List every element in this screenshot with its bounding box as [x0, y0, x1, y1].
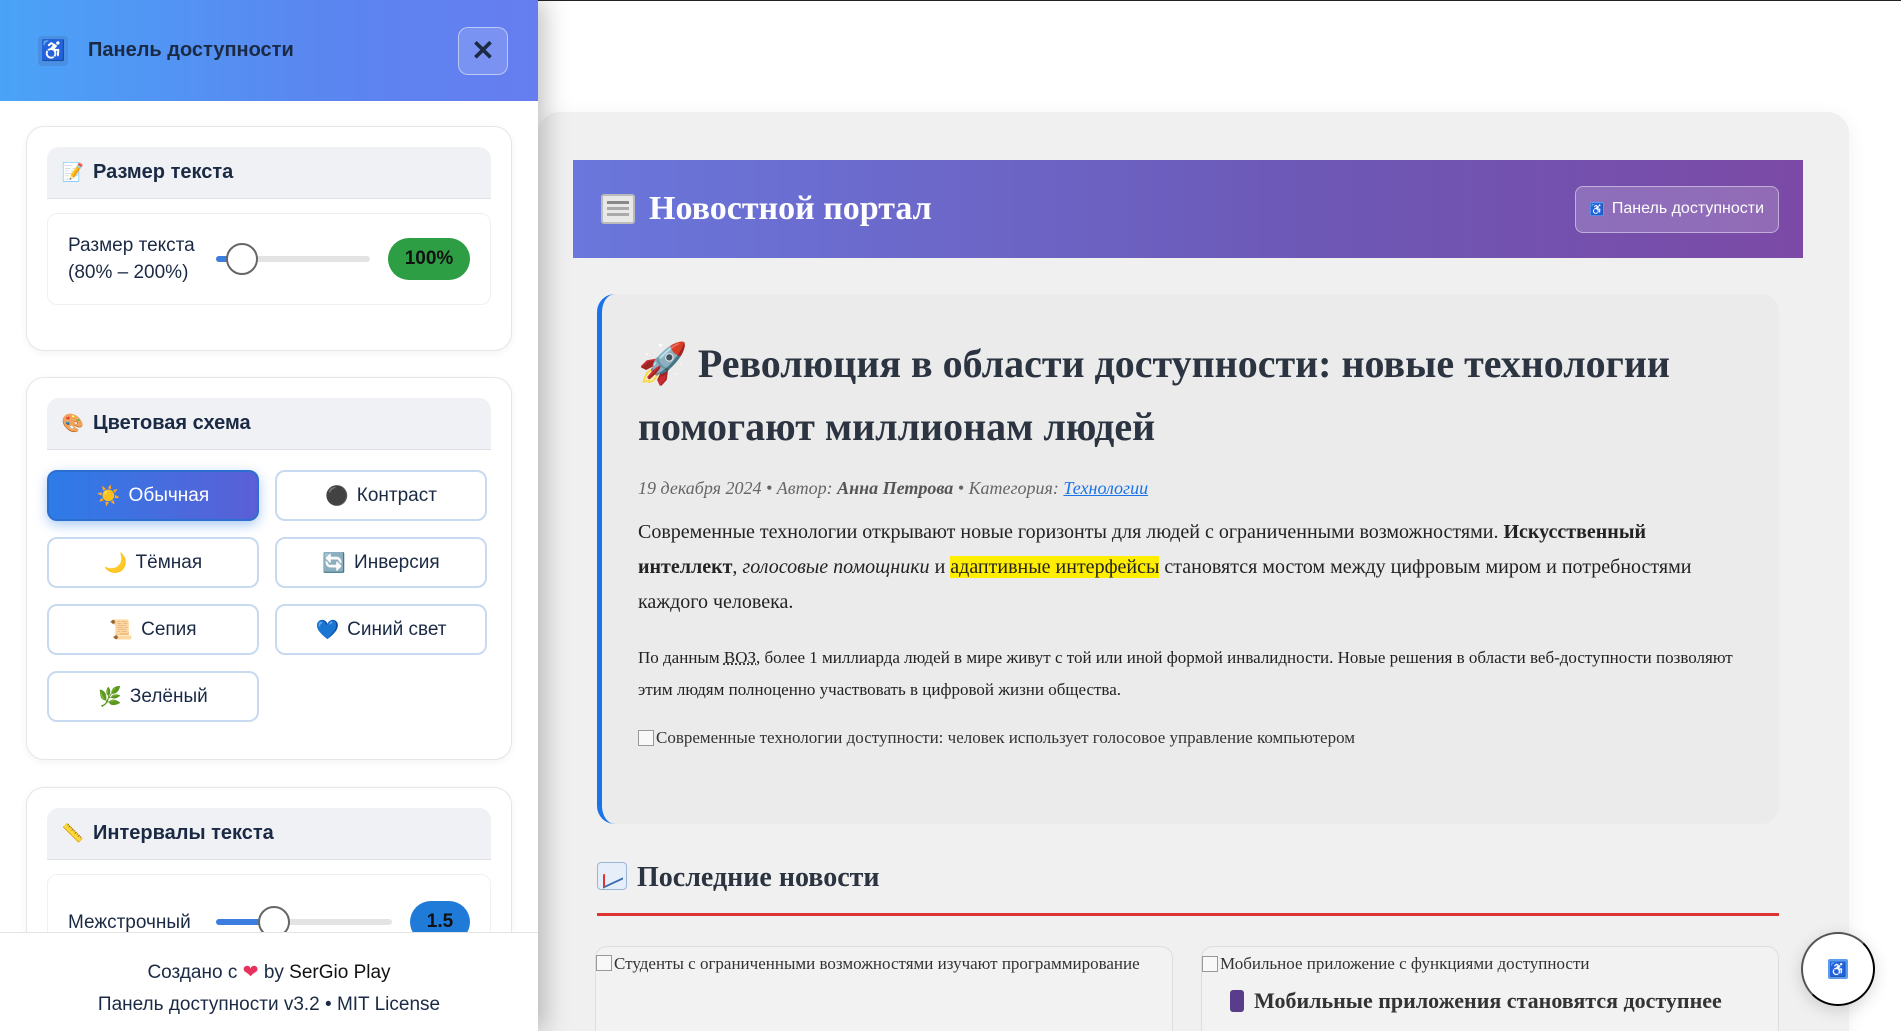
scheme-icon: ⚫ — [325, 485, 349, 507]
color-scheme-section: 🎨 Цветовая схема ☀️ Обычная ⚫ Контраст 🌙 Тёмн… — [26, 377, 512, 760]
text-size-section: 📝 Размер текста Размер текста (80% – 200… — [26, 126, 512, 351]
scheme-label: Тёмная — [135, 551, 203, 573]
text-size-value: 100% — [388, 238, 470, 280]
broken-image-icon — [596, 955, 612, 971]
scheme-icon: 📜 — [109, 619, 134, 641]
highlighted-text: адаптивные интерфейсы — [950, 556, 1160, 578]
article-body: По данным ВОЗ, более 1 миллиарда людей в… — [638, 648, 1733, 699]
text-size-slider[interactable] — [216, 243, 370, 275]
section-heading: 📏 Интервалы текста — [47, 808, 491, 860]
chart-up-icon — [597, 862, 627, 890]
palette-icon: 🎨 — [61, 413, 85, 433]
accessibility-icon: ♿ — [1828, 959, 1848, 979]
news-card-image: Студенты с ограниченными возможностями и… — [596, 949, 1172, 978]
close-icon: ✕ — [471, 35, 495, 66]
news-card-title[interactable]: Мобильные приложения становятся доступне… — [1202, 986, 1778, 1015]
article-author: Анна Петрова — [837, 478, 954, 498]
news-card[interactable]: Мобильное приложение с функциями доступн… — [1201, 946, 1779, 1031]
heart-icon: ❤ — [242, 962, 259, 983]
who-abbr: ВОЗ — [723, 648, 756, 667]
line-height-slider[interactable] — [216, 906, 392, 938]
broken-image-icon — [1202, 955, 1218, 972]
header-accessibility-label: Панель доступности — [1611, 200, 1764, 217]
latest-news-heading: Последние новости — [597, 862, 1779, 916]
article-meta: 19 декабря 2024 • Автор: Анна Петрова • … — [638, 478, 1149, 498]
close-panel-button[interactable]: ✕ — [458, 26, 508, 75]
broken-image-icon — [638, 730, 654, 746]
news-card[interactable]: Студенты с ограниченными возможностями и… — [595, 946, 1173, 1031]
site-title-text: Новостной портал — [649, 190, 932, 227]
scheme-label: Контраст — [356, 484, 437, 506]
scheme-icon: 💙 — [315, 619, 340, 641]
site-header: Новостной портал ♿ Панель доступности — [573, 160, 1803, 258]
news-card-image: Мобильное приложение с функциями доступн… — [1202, 949, 1778, 978]
author-name[interactable]: SerGio Play — [289, 962, 390, 983]
accessibility-icon: ♿ — [38, 35, 68, 66]
slider-label: Размер текста (80% – 200%) — [68, 235, 195, 283]
scheme-button[interactable]: 🔄 Инверсия — [275, 537, 487, 588]
scheme-label: Сепия — [141, 618, 197, 640]
scheme-label: Зелёный — [129, 685, 208, 707]
scheme-label: Синий свет — [347, 618, 447, 640]
article-lead: Современные технологии открывают новые г… — [638, 521, 1692, 613]
section-heading: 📝 Размер текста — [47, 147, 491, 199]
accessibility-icon: ♿ — [1589, 202, 1604, 216]
scheme-button[interactable]: ⚫ Контраст — [275, 470, 487, 521]
scheme-button[interactable]: 📜 Сепия — [47, 604, 259, 655]
floating-accessibility-button[interactable]: ♿ — [1801, 932, 1875, 1006]
article-title: 🚀 Революция в области доступности: новые… — [638, 341, 1670, 449]
rocket-icon: 🚀 — [638, 341, 688, 386]
version-line: Панель доступности v3.2 • MIT License — [97, 994, 441, 1015]
scheme-label: Обычная — [128, 484, 210, 506]
scheme-icon: 🔄 — [322, 552, 347, 574]
section-heading: 🎨 Цветовая схема — [47, 398, 491, 450]
scheme-icon: 🌙 — [103, 552, 128, 574]
panel-footer: Создано с ❤ by SerGio Play Панель доступ… — [0, 932, 538, 1031]
accessibility-panel: ♿ Панель доступности ✕ 📝 Размер текста Р… — [0, 0, 538, 1031]
scheme-button[interactable]: 🌿 Зелёный — [47, 671, 259, 722]
header-accessibility-button[interactable]: ♿ Панель доступности — [1574, 185, 1779, 233]
scheme-icon: ☀️ — [96, 485, 121, 507]
newspaper-icon — [601, 194, 635, 224]
article-image: Современные технологии доступности: чело… — [638, 728, 1739, 748]
scheme-button[interactable]: 🌙 Тёмная — [47, 537, 259, 588]
scheme-icon: 🌿 — [98, 686, 122, 708]
slider-thumb[interactable] — [226, 243, 259, 275]
pencil-icon: 📝 — [61, 162, 85, 182]
scheme-label: Инверсия — [354, 551, 440, 573]
scheme-button[interactable]: 💙 Синий свет — [275, 604, 487, 655]
mobile-phone-icon — [1230, 989, 1244, 1012]
site-title: Новостной портал — [601, 190, 932, 228]
credits-line: Создано с ❤ by SerGio Play — [147, 962, 391, 983]
category-link[interactable]: Технологии — [1063, 478, 1148, 498]
ruler-icon: 📏 — [61, 823, 85, 843]
panel-title: ♿ Панель доступности — [38, 35, 294, 66]
panel-header: ♿ Панель доступности ✕ — [0, 0, 538, 101]
text-size-control: Размер текста (80% – 200%) 100% — [47, 213, 491, 305]
color-scheme-options: ☀️ Обычная ⚫ Контраст 🌙 Тёмная 🔄 Инверсия 📜 Сепия… — [47, 470, 491, 722]
featured-article: 🚀 Революция в области доступности: новые… — [597, 294, 1779, 824]
scheme-button[interactable]: ☀️ Обычная — [47, 470, 259, 521]
